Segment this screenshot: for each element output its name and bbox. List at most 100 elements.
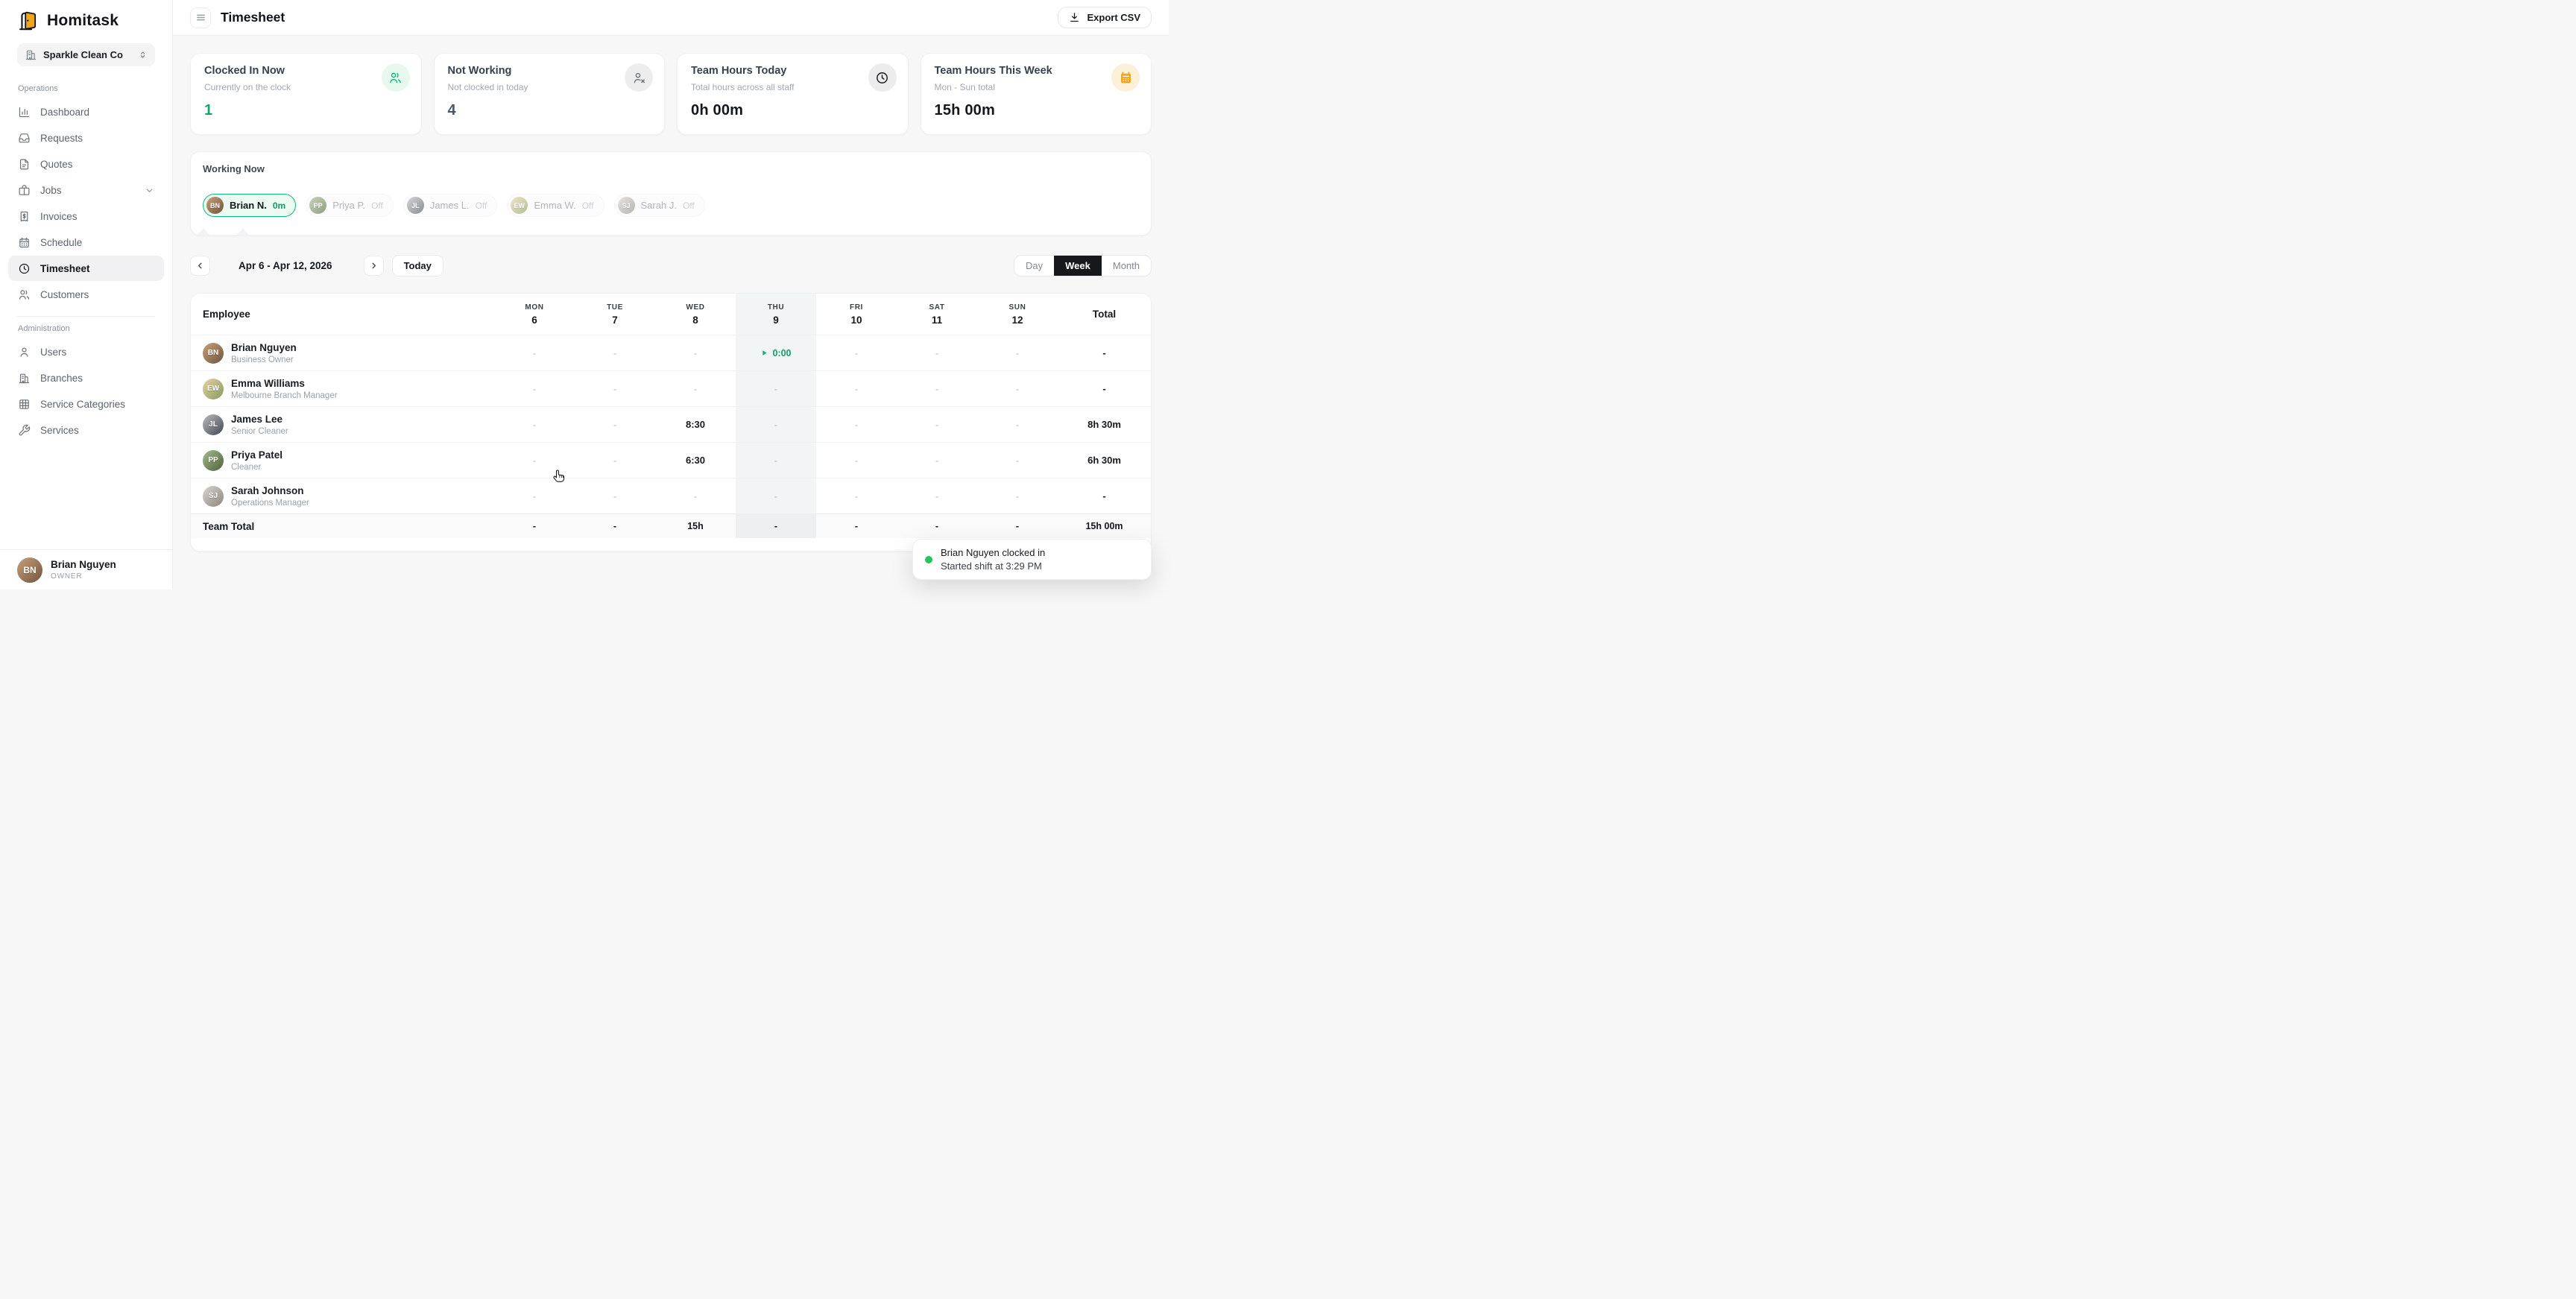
view-month-button[interactable]: Month (1102, 256, 1151, 276)
timesheet-cell[interactable]: - (575, 478, 655, 513)
timesheet-cell[interactable]: 0:00 (736, 335, 816, 370)
sidebar-item-label: Requests (40, 133, 83, 144)
cell-value: - (613, 384, 616, 394)
employee-cell[interactable]: SJSarah JohnsonOperations Manager (191, 478, 494, 513)
employee-cell[interactable]: BNBrian NguyenBusiness Owner (191, 335, 494, 370)
timesheet-cell[interactable]: - (655, 335, 736, 370)
working-chip-emma[interactable]: EWEmma W.Off (507, 194, 604, 217)
timesheet-cell[interactable]: - (977, 478, 1058, 513)
timesheet-cell[interactable]: - (494, 371, 575, 406)
timesheet-cell[interactable]: - (494, 478, 575, 513)
status-dot-icon (925, 556, 932, 563)
cell-value: - (935, 455, 938, 466)
timesheet-cell[interactable]: - (655, 371, 736, 406)
timesheet-cell[interactable]: - (575, 371, 655, 406)
branches-icon (18, 372, 31, 385)
sidebar-item-jobs[interactable]: Jobs (8, 177, 164, 203)
team-total-cell: - (736, 514, 816, 538)
working-chip-brian[interactable]: BNBrian N.0m (203, 194, 296, 217)
sidebar-toggle-button[interactable] (190, 7, 211, 28)
export-csv-button[interactable]: Export CSV (1058, 7, 1152, 28)
timesheet-cell[interactable]: - (816, 478, 897, 513)
sidebar-item-services[interactable]: Services (8, 417, 164, 443)
cell-value: - (935, 521, 938, 531)
working-chip-sarah[interactable]: SJSarah J.Off (614, 194, 705, 217)
timesheet-cell[interactable]: - (736, 371, 816, 406)
avatar: PP (309, 197, 326, 214)
timesheet-cell[interactable]: - (655, 478, 736, 513)
sidebar-item-label: Branches (40, 373, 83, 384)
timesheet-cell[interactable]: - (736, 407, 816, 442)
timesheet-cell[interactable]: - (494, 443, 575, 478)
employee-cell[interactable]: JLJames LeeSenior Cleaner (191, 407, 494, 442)
cell-value: - (935, 348, 938, 358)
sidebar-item-customers[interactable]: Customers (8, 282, 164, 307)
table-row: EWEmma WilliamsMelbourne Branch Manager-… (191, 370, 1151, 406)
timesheet-cell[interactable]: - (816, 443, 897, 478)
sidebar: Homitask Sparkle Clean Co OperationsDash… (0, 0, 173, 590)
cell-value: - (533, 348, 536, 358)
timesheet-cell[interactable]: - (897, 407, 977, 442)
toast-title: Brian Nguyen clocked in (941, 547, 1045, 558)
play-icon (760, 349, 768, 357)
stat-card-team-hours-today: Team Hours TodayTotal hours across all s… (677, 53, 909, 135)
sidebar-item-timesheet[interactable]: Timesheet (8, 256, 164, 281)
service-categories-icon (18, 398, 31, 411)
today-button[interactable]: Today (392, 255, 443, 276)
timesheet-icon (18, 262, 31, 275)
timesheet-cell[interactable]: - (897, 371, 977, 406)
timesheet-cell[interactable]: 6:30 (655, 443, 736, 478)
user-profile[interactable]: BN Brian Nguyen OWNER (0, 549, 172, 590)
timesheet-cell[interactable]: - (897, 478, 977, 513)
timesheet-cell[interactable]: - (816, 407, 897, 442)
timesheet-cell[interactable]: - (575, 335, 655, 370)
timesheet-cell[interactable]: - (494, 335, 575, 370)
menu-icon (195, 12, 206, 23)
day-column-header: MON6 (494, 294, 575, 335)
view-week-button[interactable]: Week (1054, 256, 1102, 276)
company-selector[interactable]: Sparkle Clean Co (17, 43, 155, 66)
chip-status: Off (582, 200, 594, 211)
sidebar-item-requests[interactable]: Requests (8, 125, 164, 151)
sidebar-item-invoices[interactable]: Invoices (8, 203, 164, 229)
avatar: BN (17, 557, 42, 583)
timesheet-cell[interactable]: - (575, 443, 655, 478)
sidebar-item-schedule[interactable]: Schedule (8, 230, 164, 255)
day-date-label: 10 (850, 315, 862, 326)
chip-status: 0m (273, 200, 285, 211)
timesheet-cell[interactable]: - (977, 407, 1058, 442)
employee-cell[interactable]: PPPriya PatelCleaner (191, 443, 494, 478)
decoration-triangle (237, 228, 249, 235)
sidebar-item-quotes[interactable]: Quotes (8, 151, 164, 177)
sidebar-item-branches[interactable]: Branches (8, 365, 164, 391)
working-chip-priya[interactable]: PPPriya P.Off (306, 194, 394, 217)
chip-name: Brian N. (230, 200, 267, 211)
timesheet-cell[interactable]: - (816, 371, 897, 406)
employee-cell[interactable]: EWEmma WilliamsMelbourne Branch Manager (191, 371, 494, 406)
cell-value: - (533, 420, 536, 430)
timesheet-cell[interactable]: - (977, 371, 1058, 406)
timesheet-cell[interactable]: - (494, 407, 575, 442)
team-total-cell: - (575, 514, 655, 538)
prev-week-button[interactable] (190, 256, 210, 276)
working-now-title: Working Now (203, 163, 1139, 174)
timesheet-cell[interactable]: - (736, 443, 816, 478)
timesheet-cell[interactable]: - (897, 443, 977, 478)
sidebar-item-dashboard[interactable]: Dashboard (8, 99, 164, 124)
employee-role: Senior Cleaner (231, 427, 288, 436)
timesheet-cell[interactable]: - (736, 478, 816, 513)
cell-value: - (1016, 491, 1019, 502)
timesheet-cell[interactable]: - (816, 335, 897, 370)
next-week-button[interactable] (364, 256, 384, 276)
chip-status: Off (371, 200, 383, 211)
timesheet-cell[interactable]: 8:30 (655, 407, 736, 442)
timesheet-cell[interactable]: - (977, 443, 1058, 478)
company-name: Sparkle Clean Co (43, 49, 132, 60)
timesheet-cell[interactable]: - (575, 407, 655, 442)
working-chip-james[interactable]: JLJames L.Off (403, 194, 498, 217)
timesheet-cell[interactable]: - (977, 335, 1058, 370)
sidebar-item-users[interactable]: Users (8, 339, 164, 364)
sidebar-item-service-categories[interactable]: Service Categories (8, 391, 164, 417)
view-day-button[interactable]: Day (1014, 256, 1054, 276)
timesheet-cell[interactable]: - (897, 335, 977, 370)
